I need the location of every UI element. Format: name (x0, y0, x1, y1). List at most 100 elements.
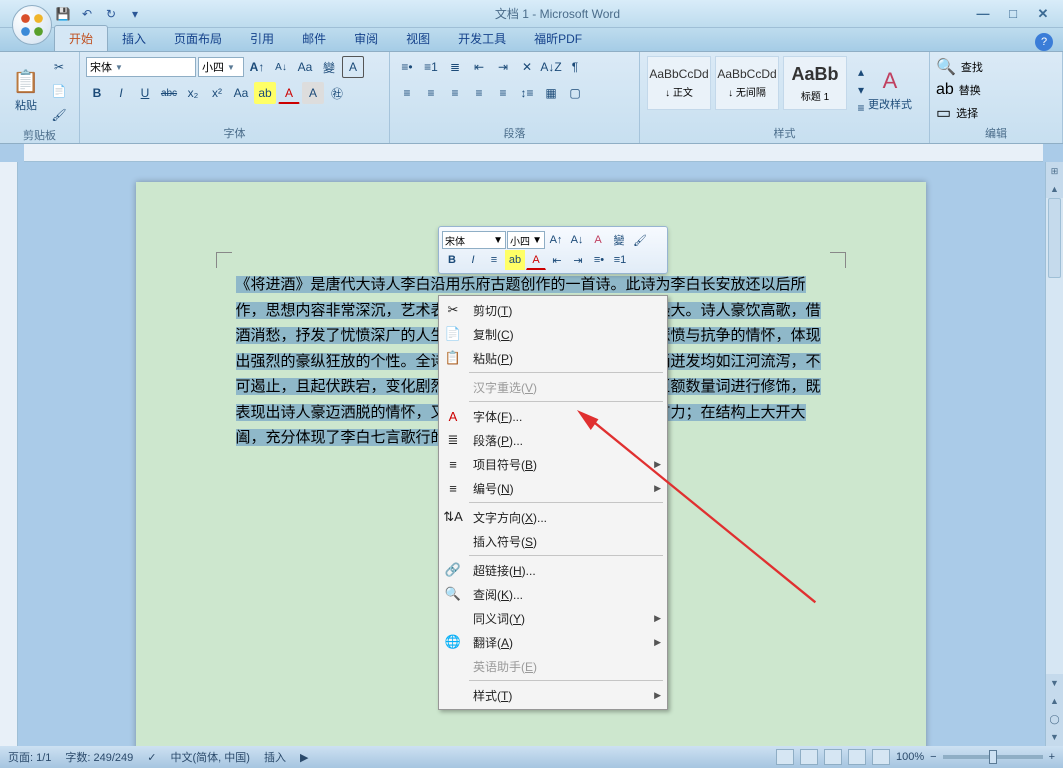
line-spacing-button[interactable]: ↕≡ (516, 82, 538, 104)
mini-highlight[interactable]: ab (505, 250, 525, 270)
minimize-button[interactable]: — (971, 5, 995, 23)
status-page[interactable]: 页面: 1/1 (8, 749, 51, 765)
view-web-layout[interactable] (824, 749, 842, 765)
mini-bold[interactable]: B (442, 250, 462, 270)
enclose-char-button[interactable]: ㊓ (326, 82, 348, 104)
mini-increase-indent[interactable]: ⇥ (568, 250, 588, 270)
style-normal[interactable]: AaBbCcDd ↓ 正文 (647, 56, 711, 110)
vertical-scrollbar[interactable]: ⊞ ▲ ▼ ▲ ◯ ▼ (1045, 162, 1063, 746)
scroll-up-button[interactable]: ▲ (1046, 180, 1063, 198)
tab-developer[interactable]: 开发工具 (444, 26, 520, 51)
select-button[interactable]: ▭选择 (936, 103, 983, 123)
font-color-button[interactable]: A (278, 82, 300, 104)
zoom-slider[interactable] (943, 755, 1043, 759)
tab-view[interactable]: 视图 (392, 26, 444, 51)
status-lang[interactable]: 中文(简体, 中国) (171, 749, 250, 765)
underline-button[interactable]: U (134, 82, 156, 104)
tab-foxit[interactable]: 福昕PDF (520, 26, 596, 51)
browse-object-button[interactable]: ◯ (1046, 710, 1063, 728)
cm-lookup[interactable]: 🔍查阅(K)... (439, 582, 667, 606)
redo-icon[interactable]: ↻ (102, 5, 120, 23)
highlight-button[interactable]: ab (254, 82, 276, 104)
align-right-button[interactable]: ≡ (444, 82, 466, 104)
bullets-button[interactable]: ≡• (396, 56, 418, 78)
cn-layout-button[interactable]: ✕ (516, 56, 538, 78)
strike-button[interactable]: abc (158, 82, 180, 104)
sort-button[interactable]: A↓Z (540, 56, 562, 78)
multilevel-button[interactable]: ≣ (444, 56, 466, 78)
mini-decrease-indent[interactable]: ⇤ (547, 250, 567, 270)
mini-pinyin[interactable]: 變 (609, 230, 629, 250)
status-insert[interactable]: 插入 (264, 749, 286, 765)
next-page-button[interactable]: ▼ (1046, 728, 1063, 746)
cm-textdir[interactable]: ⇅A文字方向(X)... (439, 505, 667, 529)
cm-style[interactable]: 样式(T)▶ (439, 683, 667, 707)
replace-button[interactable]: ab替换 (936, 81, 983, 99)
scroll-down-button[interactable]: ▼ (1046, 674, 1063, 692)
mini-center[interactable]: ≡ (484, 250, 504, 270)
mini-styles[interactable]: A (588, 230, 608, 250)
horizontal-ruler[interactable] (24, 144, 1043, 162)
show-marks-button[interactable]: ¶ (564, 56, 586, 78)
mini-numbering[interactable]: ≡1 (610, 250, 630, 270)
save-icon[interactable]: 💾 (54, 5, 72, 23)
decrease-indent-button[interactable]: ⇤ (468, 56, 490, 78)
status-proofing-icon[interactable]: ✓ (147, 751, 156, 764)
scroll-track[interactable] (1046, 198, 1063, 674)
char-border-button[interactable]: A (342, 56, 364, 78)
view-outline[interactable] (848, 749, 866, 765)
vertical-ruler[interactable] (0, 162, 18, 746)
find-button[interactable]: 🔍查找 (936, 57, 983, 77)
cm-symbol[interactable]: 插入符号(S) (439, 529, 667, 553)
clear-format-button[interactable]: Aa (294, 56, 316, 78)
subscript-button[interactable]: x₂ (182, 82, 204, 104)
mini-format-painter[interactable]: 🖌 (630, 230, 650, 250)
office-button[interactable] (12, 5, 52, 45)
help-icon[interactable]: ? (1035, 33, 1053, 51)
mini-grow-font[interactable]: A↑ (546, 230, 566, 250)
pinyin-button[interactable]: 變 (318, 56, 340, 78)
undo-icon[interactable]: ↶ (78, 5, 96, 23)
scroll-thumb[interactable] (1048, 198, 1061, 278)
view-draft[interactable] (872, 749, 890, 765)
change-case-button[interactable]: Aa (230, 82, 252, 104)
align-left-button[interactable]: ≡ (396, 82, 418, 104)
cm-paragraph[interactable]: ≣段落(P)... (439, 428, 667, 452)
status-record-icon[interactable]: ▶ (300, 751, 308, 764)
prev-page-button[interactable]: ▲ (1046, 692, 1063, 710)
copy-button[interactable]: 📄 (48, 80, 70, 102)
zoom-level[interactable]: 100% (896, 751, 924, 763)
view-print-layout[interactable] (776, 749, 794, 765)
mini-font-size[interactable]: 小四▼ (507, 231, 545, 249)
zoom-out-button[interactable]: − (930, 751, 936, 763)
shrink-font-button[interactable]: A↓ (270, 56, 292, 78)
font-family-combo[interactable]: 宋体▼ (86, 57, 196, 77)
maximize-button[interactable]: □ (1001, 5, 1025, 23)
style-nospace[interactable]: AaBbCcDd ↓ 无间隔 (715, 56, 779, 110)
superscript-button[interactable]: x² (206, 82, 228, 104)
mini-font-family[interactable]: 宋体▼ (442, 231, 506, 249)
mini-shrink-font[interactable]: A↓ (567, 230, 587, 250)
char-shading-button[interactable]: A (302, 82, 324, 104)
tab-insert[interactable]: 插入 (108, 26, 160, 51)
tab-references[interactable]: 引用 (236, 26, 288, 51)
change-styles-button[interactable]: A 更改样式 (866, 56, 914, 124)
cm-hyperlink[interactable]: 🔗超链接(H)... (439, 558, 667, 582)
font-size-combo[interactable]: 小四▼ (198, 57, 244, 77)
mini-italic[interactable]: I (463, 250, 483, 270)
tab-review[interactable]: 审阅 (340, 26, 392, 51)
view-full-reading[interactable] (800, 749, 818, 765)
shading-button[interactable]: ▦ (540, 82, 562, 104)
cm-paste[interactable]: 📋粘贴(P) (439, 346, 667, 370)
tab-layout[interactable]: 页面布局 (160, 26, 236, 51)
cm-cut[interactable]: ✂剪切(T) (439, 298, 667, 322)
cm-copy[interactable]: 📄复制(C) (439, 322, 667, 346)
style-heading1[interactable]: AaBb 标题 1 (783, 56, 847, 110)
mini-bullets[interactable]: ≡• (589, 250, 609, 270)
zoom-thumb[interactable] (989, 750, 997, 764)
borders-button[interactable]: ▢ (564, 82, 586, 104)
increase-indent-button[interactable]: ⇥ (492, 56, 514, 78)
cm-translate[interactable]: 🌐翻译(A)▶ (439, 630, 667, 654)
cm-font[interactable]: A字体(F)... (439, 404, 667, 428)
align-center-button[interactable]: ≡ (420, 82, 442, 104)
